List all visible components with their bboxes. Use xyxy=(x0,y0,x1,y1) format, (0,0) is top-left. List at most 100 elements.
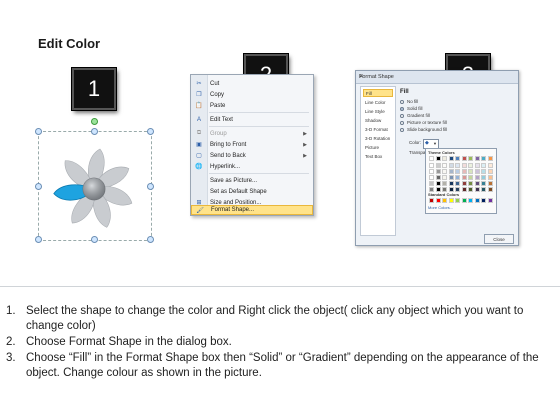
nav-item-3d-format[interactable]: 3-D Format xyxy=(363,126,393,134)
color-swatch[interactable] xyxy=(461,156,467,161)
color-swatch[interactable] xyxy=(487,175,493,180)
color-swatch[interactable] xyxy=(455,169,460,174)
resize-handle[interactable] xyxy=(147,236,154,243)
color-swatch[interactable] xyxy=(429,169,434,174)
nav-item-line-style[interactable]: Line Style xyxy=(363,108,393,116)
option-solid-fill[interactable]: Solid fill xyxy=(400,105,423,112)
color-swatch[interactable] xyxy=(429,156,434,161)
color-swatch[interactable] xyxy=(455,198,460,203)
resize-handle[interactable] xyxy=(91,236,98,243)
color-swatch[interactable] xyxy=(448,175,454,180)
color-swatch[interactable] xyxy=(442,163,447,168)
color-swatch[interactable] xyxy=(474,181,480,186)
menu-item-save-as-picture[interactable]: Save as Picture... xyxy=(191,175,313,186)
color-swatch[interactable] xyxy=(487,163,493,168)
color-swatch[interactable] xyxy=(429,175,434,180)
color-swatch[interactable] xyxy=(455,163,460,168)
color-swatch[interactable] xyxy=(429,181,434,186)
color-swatch[interactable] xyxy=(487,169,493,174)
color-swatch[interactable] xyxy=(442,175,447,180)
color-swatch[interactable] xyxy=(468,156,473,161)
more-colors-link[interactable]: More Colors... xyxy=(428,205,453,210)
color-swatch[interactable] xyxy=(442,181,447,186)
color-swatch[interactable] xyxy=(429,163,434,168)
color-swatch[interactable] xyxy=(461,198,467,203)
color-swatch[interactable] xyxy=(435,175,441,180)
menu-item-copy[interactable]: ❐ Copy xyxy=(191,89,313,100)
color-swatch[interactable] xyxy=(435,198,441,203)
color-swatch[interactable] xyxy=(448,156,454,161)
option-gradient-fill[interactable]: Gradient fill xyxy=(400,112,430,119)
close-button[interactable]: Close xyxy=(484,234,514,244)
color-swatch[interactable] xyxy=(487,198,493,203)
color-swatch[interactable] xyxy=(448,198,454,203)
color-swatch[interactable] xyxy=(487,181,493,186)
color-swatch[interactable] xyxy=(435,169,441,174)
option-picture-fill[interactable]: Picture or texture fill xyxy=(400,119,447,126)
nav-item-fill[interactable]: Fill xyxy=(363,89,393,97)
color-swatch[interactable] xyxy=(481,163,486,168)
color-swatch[interactable] xyxy=(481,198,486,203)
resize-handle[interactable] xyxy=(91,128,98,135)
color-swatch[interactable] xyxy=(461,163,467,168)
resize-handle[interactable] xyxy=(35,236,42,243)
nav-item-3d-rotation[interactable]: 3-D Rotation xyxy=(363,135,393,143)
color-swatch[interactable] xyxy=(442,169,447,174)
color-swatch[interactable] xyxy=(442,156,447,161)
color-swatch[interactable] xyxy=(461,187,467,192)
color-swatch[interactable] xyxy=(461,169,467,174)
nav-item-shadow[interactable]: Shadow xyxy=(363,117,393,125)
color-swatch[interactable] xyxy=(468,175,473,180)
resize-handle[interactable] xyxy=(147,128,154,135)
resize-handle[interactable] xyxy=(35,128,42,135)
color-swatch[interactable] xyxy=(468,198,473,203)
color-swatch[interactable] xyxy=(435,181,441,186)
color-swatch[interactable] xyxy=(448,181,454,186)
color-swatch[interactable] xyxy=(455,175,460,180)
color-swatch[interactable] xyxy=(481,169,486,174)
menu-item-send-to-back[interactable]: ▢ Send to Back ▶ xyxy=(191,150,313,161)
nav-item-picture[interactable]: Picture xyxy=(363,144,393,152)
color-swatch[interactable] xyxy=(448,169,454,174)
menu-item-paste[interactable]: 📋 Paste xyxy=(191,100,313,111)
color-swatch[interactable] xyxy=(481,156,486,161)
color-swatch[interactable] xyxy=(487,187,493,192)
color-swatch[interactable] xyxy=(481,181,486,186)
close-icon[interactable]: ✕ xyxy=(359,74,515,80)
resize-handle[interactable] xyxy=(35,183,42,190)
color-swatch[interactable] xyxy=(435,163,441,168)
option-slide-background-fill[interactable]: Slide background fill xyxy=(400,126,447,133)
color-swatch[interactable] xyxy=(487,156,493,161)
menu-item-set-default-shape[interactable]: Set as Default Shape xyxy=(191,186,313,197)
color-swatch[interactable] xyxy=(442,198,447,203)
color-swatch[interactable] xyxy=(468,163,473,168)
rotate-handle[interactable] xyxy=(91,118,98,125)
color-swatch[interactable] xyxy=(461,181,467,186)
color-swatch[interactable] xyxy=(474,175,480,180)
color-swatch[interactable] xyxy=(468,181,473,186)
menu-item-format-shape[interactable]: 🖌 Format Shape... xyxy=(191,205,313,215)
color-swatch[interactable] xyxy=(455,156,460,161)
color-swatch[interactable] xyxy=(481,175,486,180)
color-swatch[interactable] xyxy=(474,156,480,161)
menu-item-bring-to-front[interactable]: ▣ Bring to Front ▶ xyxy=(191,139,313,150)
menu-item-hyperlink[interactable]: 🌐 Hyperlink... xyxy=(191,161,313,172)
color-swatch[interactable] xyxy=(455,181,460,186)
nav-item-line-color[interactable]: Line Color xyxy=(363,99,393,107)
color-swatch[interactable] xyxy=(481,187,486,192)
color-swatch[interactable] xyxy=(474,163,480,168)
resize-handle[interactable] xyxy=(147,183,154,190)
color-swatch[interactable] xyxy=(474,187,480,192)
menu-item-group[interactable]: ⧉ Group ▶ xyxy=(191,128,313,139)
color-swatch[interactable] xyxy=(468,187,473,192)
color-swatch[interactable] xyxy=(448,163,454,168)
flower-shape[interactable] xyxy=(38,131,150,241)
menu-item-edit-text[interactable]: A Edit Text xyxy=(191,114,313,125)
color-swatch[interactable] xyxy=(474,169,480,174)
color-swatch[interactable] xyxy=(468,169,473,174)
color-swatch[interactable] xyxy=(461,175,467,180)
option-no-fill[interactable]: No fill xyxy=(400,98,418,105)
nav-item-text-box[interactable]: Text Box xyxy=(363,153,393,161)
color-swatch[interactable] xyxy=(429,198,434,203)
menu-item-cut[interactable]: ✂ Cut xyxy=(191,78,313,89)
